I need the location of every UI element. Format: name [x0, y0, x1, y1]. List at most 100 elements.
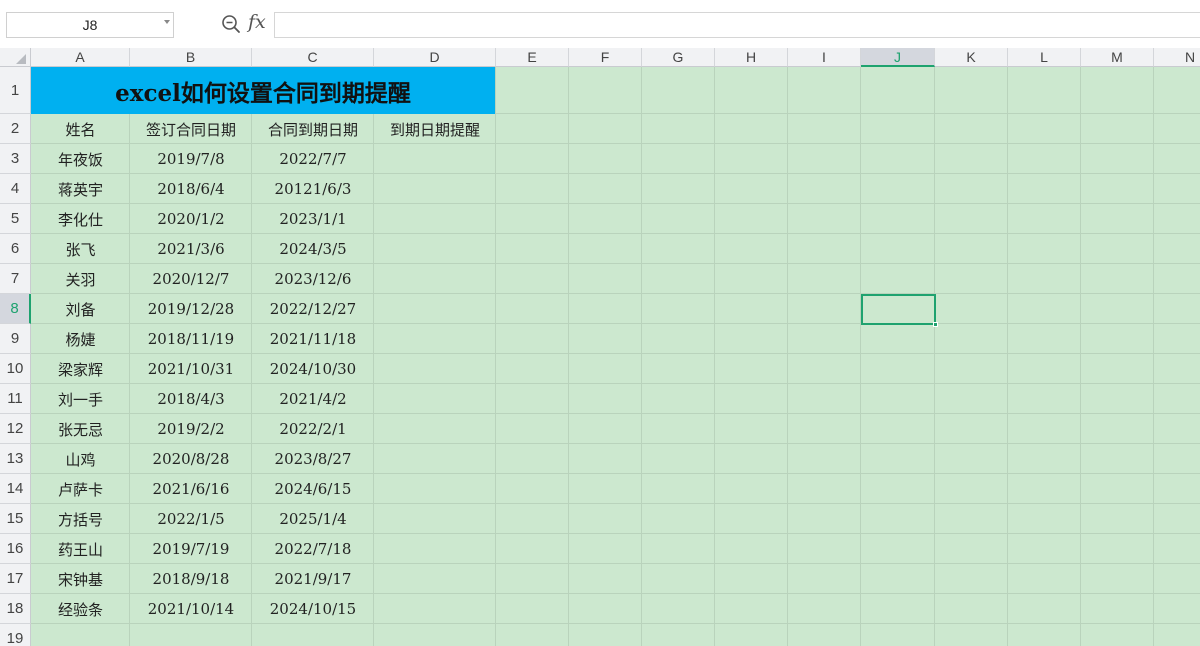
table-cell[interactable]: [374, 564, 496, 594]
table-cell[interactable]: 2022/7/7: [252, 144, 374, 174]
table-cell[interactable]: 2020/8/28: [130, 444, 252, 474]
column-header[interactable]: L: [1008, 48, 1081, 67]
row-header[interactable]: 14: [0, 474, 31, 504]
header-cell[interactable]: 姓名: [31, 114, 130, 144]
table-cell[interactable]: 2021/3/6: [130, 234, 252, 264]
table-cell[interactable]: 梁家辉: [31, 354, 130, 384]
table-cell[interactable]: [374, 234, 496, 264]
select-all-corner[interactable]: [0, 48, 31, 67]
table-cell[interactable]: 2022/7/18: [252, 534, 374, 564]
column-header[interactable]: E: [496, 48, 569, 67]
table-cell[interactable]: 2022/12/27: [252, 294, 374, 324]
table-cell[interactable]: 2023/12/6: [252, 264, 374, 294]
row-header[interactable]: 7: [0, 264, 31, 294]
table-cell[interactable]: 经验条: [31, 594, 130, 624]
row-header[interactable]: 19: [0, 624, 31, 646]
table-cell[interactable]: 关羽: [31, 264, 130, 294]
fill-handle[interactable]: [933, 322, 938, 327]
table-cell[interactable]: 20121/6/3: [252, 174, 374, 204]
table-cell[interactable]: 宋钟基: [31, 564, 130, 594]
column-header[interactable]: I: [788, 48, 861, 67]
table-cell[interactable]: 2022/2/1: [252, 414, 374, 444]
row-header[interactable]: 15: [0, 504, 31, 534]
table-cell[interactable]: 刘一手: [31, 384, 130, 414]
table-cell[interactable]: 2019/2/2: [130, 414, 252, 444]
header-cell[interactable]: 合同到期日期: [252, 114, 374, 144]
table-cell[interactable]: 张飞: [31, 234, 130, 264]
table-cell[interactable]: 2021/9/17: [252, 564, 374, 594]
table-cell[interactable]: 2024/10/30: [252, 354, 374, 384]
table-cell[interactable]: [374, 384, 496, 414]
table-cell[interactable]: [374, 474, 496, 504]
table-cell[interactable]: 卢萨卡: [31, 474, 130, 504]
header-cell[interactable]: 到期日期提醒: [374, 114, 496, 144]
table-cell[interactable]: 2021/4/2: [252, 384, 374, 414]
row-header[interactable]: 4: [0, 174, 31, 204]
row-header[interactable]: 17: [0, 564, 31, 594]
table-cell[interactable]: 2024/10/15: [252, 594, 374, 624]
function-icon[interactable]: fx: [248, 11, 266, 33]
header-cell[interactable]: 签订合同日期: [130, 114, 252, 144]
column-header[interactable]: H: [715, 48, 788, 67]
table-cell[interactable]: 2018/4/3: [130, 384, 252, 414]
row-header[interactable]: 9: [0, 324, 31, 354]
table-cell[interactable]: [374, 534, 496, 564]
table-cell[interactable]: [374, 594, 496, 624]
table-cell[interactable]: 2021/10/31: [130, 354, 252, 384]
row-header[interactable]: 18: [0, 594, 31, 624]
row-header[interactable]: 5: [0, 204, 31, 234]
table-cell[interactable]: 2019/12/28: [130, 294, 252, 324]
table-cell[interactable]: 2022/1/5: [130, 504, 252, 534]
table-cell[interactable]: [374, 204, 496, 234]
table-cell[interactable]: 张无忌: [31, 414, 130, 444]
magnifier-zoom-icon[interactable]: [221, 14, 241, 34]
table-cell[interactable]: 2020/1/2: [130, 204, 252, 234]
table-cell[interactable]: [374, 294, 496, 324]
table-cell[interactable]: 2020/12/7: [130, 264, 252, 294]
row-header[interactable]: 10: [0, 354, 31, 384]
title-cell[interactable]: excel如何设置合同到期提醒: [31, 67, 495, 114]
formula-input[interactable]: [274, 12, 1200, 38]
table-cell[interactable]: 蒋英宇: [31, 174, 130, 204]
table-cell[interactable]: [374, 414, 496, 444]
table-cell[interactable]: 2025/1/4: [252, 504, 374, 534]
table-cell[interactable]: 杨婕: [31, 324, 130, 354]
table-cell[interactable]: [374, 324, 496, 354]
table-cell[interactable]: 2023/1/1: [252, 204, 374, 234]
table-cell[interactable]: 2019/7/19: [130, 534, 252, 564]
active-cell-selection[interactable]: [861, 294, 938, 327]
column-header[interactable]: G: [642, 48, 715, 67]
column-header[interactable]: B: [130, 48, 252, 67]
table-cell[interactable]: 2021/10/14: [130, 594, 252, 624]
row-header[interactable]: 2: [0, 114, 31, 144]
column-header[interactable]: D: [374, 48, 496, 67]
table-cell[interactable]: [374, 174, 496, 204]
table-cell[interactable]: 2023/8/27: [252, 444, 374, 474]
column-header[interactable]: K: [935, 48, 1008, 67]
table-cell[interactable]: 2018/11/19: [130, 324, 252, 354]
name-box[interactable]: J8: [6, 12, 174, 38]
row-header[interactable]: 11: [0, 384, 31, 414]
table-cell[interactable]: [374, 504, 496, 534]
worksheet-grid[interactable]: excel如何设置合同到期提醒 姓名 签订合同日期 合同到期日期 到期日期提醒 年夜饭 20…: [0, 48, 1200, 646]
table-cell[interactable]: [374, 444, 496, 474]
table-cell[interactable]: 2021/6/16: [130, 474, 252, 504]
row-header[interactable]: 13: [0, 444, 31, 474]
row-header[interactable]: 6: [0, 234, 31, 264]
table-cell[interactable]: 山鸡: [31, 444, 130, 474]
row-header[interactable]: 1: [0, 67, 31, 114]
table-cell[interactable]: 2021/11/18: [252, 324, 374, 354]
column-header[interactable]: F: [569, 48, 642, 67]
table-cell[interactable]: 年夜饭: [31, 144, 130, 174]
table-cell[interactable]: 2018/6/4: [130, 174, 252, 204]
table-cell[interactable]: 刘备: [31, 294, 130, 324]
column-header[interactable]: J: [861, 48, 935, 67]
table-cell[interactable]: 方括号: [31, 504, 130, 534]
table-cell[interactable]: 药王山: [31, 534, 130, 564]
table-cell[interactable]: 2024/3/5: [252, 234, 374, 264]
table-cell[interactable]: 李化仕: [31, 204, 130, 234]
table-cell[interactable]: 2019/7/8: [130, 144, 252, 174]
column-header[interactable]: C: [252, 48, 374, 67]
row-header[interactable]: 8: [0, 294, 31, 324]
column-header[interactable]: N: [1154, 48, 1200, 67]
